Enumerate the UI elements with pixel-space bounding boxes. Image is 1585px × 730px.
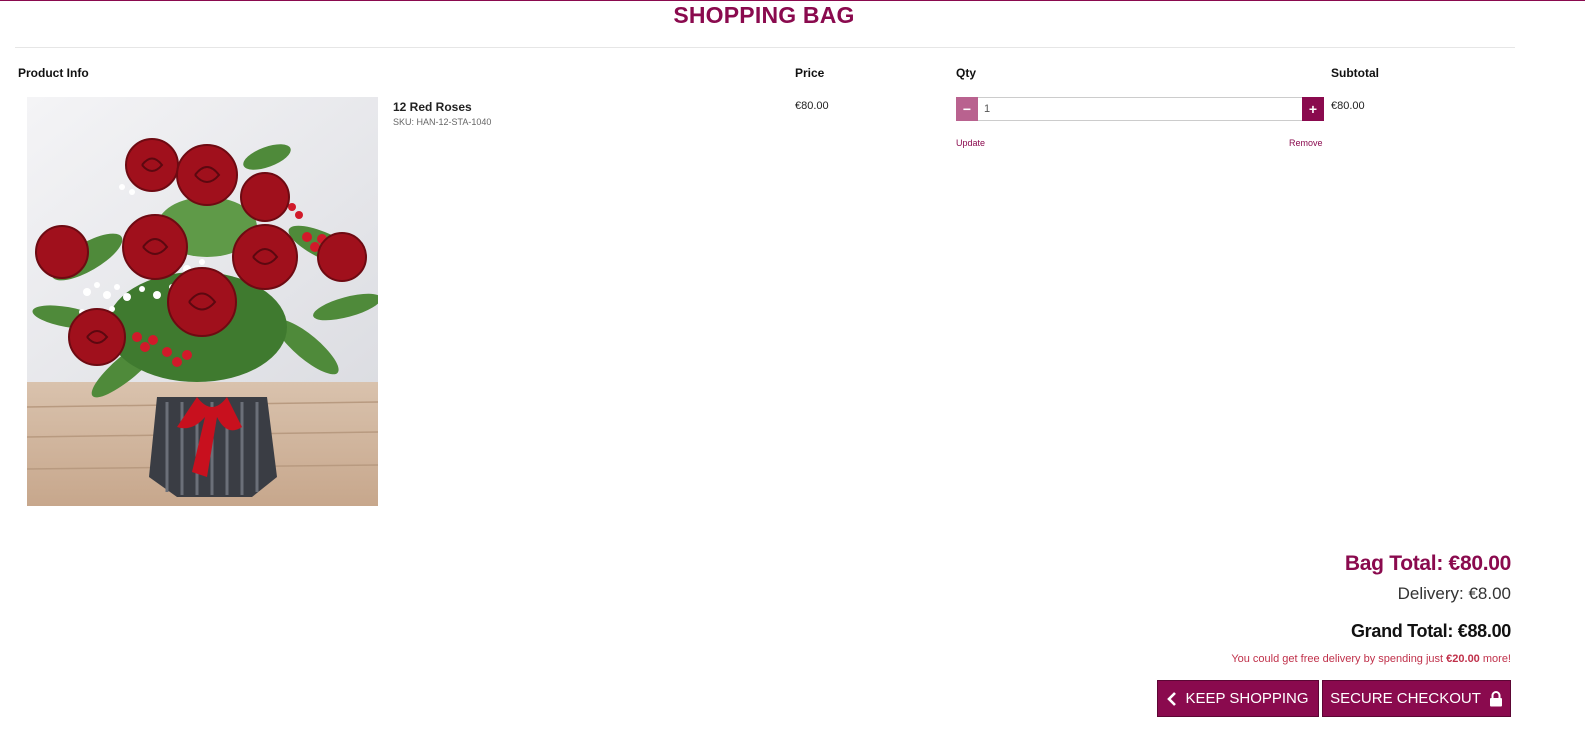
product-subtotal: €80.00: [1331, 100, 1365, 112]
product-sku: SKU: HAN-12-STA-1040: [393, 117, 492, 127]
product-image: [27, 97, 378, 506]
increment-button[interactable]: +: [1302, 97, 1324, 121]
keep-shopping-label: KEEP SHOPPING: [1185, 690, 1309, 707]
free-delivery-amount: €20.00: [1446, 653, 1480, 665]
header-divider: [15, 47, 1515, 48]
remove-link[interactable]: Remove: [1289, 138, 1323, 148]
column-header-product: Product Info: [18, 66, 89, 80]
secure-checkout-button[interactable]: SECURE CHECKOUT: [1322, 680, 1511, 717]
delivery-cost: Delivery: €8.00: [1397, 584, 1511, 603]
product-name: 12 Red Roses: [393, 100, 472, 114]
free-delivery-prefix: You could get free delivery by spending …: [1231, 653, 1447, 665]
top-border: [0, 0, 1585, 1]
page-title: SHOPPING BAG: [673, 2, 855, 28]
grand-total: Grand Total: €88.00: [1350, 621, 1511, 641]
quantity-stepper: − +: [956, 97, 1324, 121]
quantity-input[interactable]: [978, 97, 1302, 121]
keep-shopping-button[interactable]: KEEP SHOPPING: [1157, 680, 1319, 717]
chevron-left-icon: [1167, 691, 1177, 706]
free-delivery-message: You could get free delivery by spending …: [1231, 653, 1511, 665]
secure-checkout-label: SECURE CHECKOUT: [1330, 690, 1481, 707]
bag-total: Bag Total: €80.00: [1344, 552, 1511, 575]
product-price: €80.00: [795, 100, 829, 112]
lock-icon: [1489, 690, 1503, 707]
column-header-qty: Qty: [956, 66, 977, 80]
column-header-price: Price: [795, 66, 825, 80]
column-header-subtotal: Subtotal: [1331, 66, 1379, 80]
free-delivery-suffix: more!: [1479, 653, 1511, 665]
decrement-button[interactable]: −: [956, 97, 978, 121]
update-link[interactable]: Update: [956, 138, 985, 148]
